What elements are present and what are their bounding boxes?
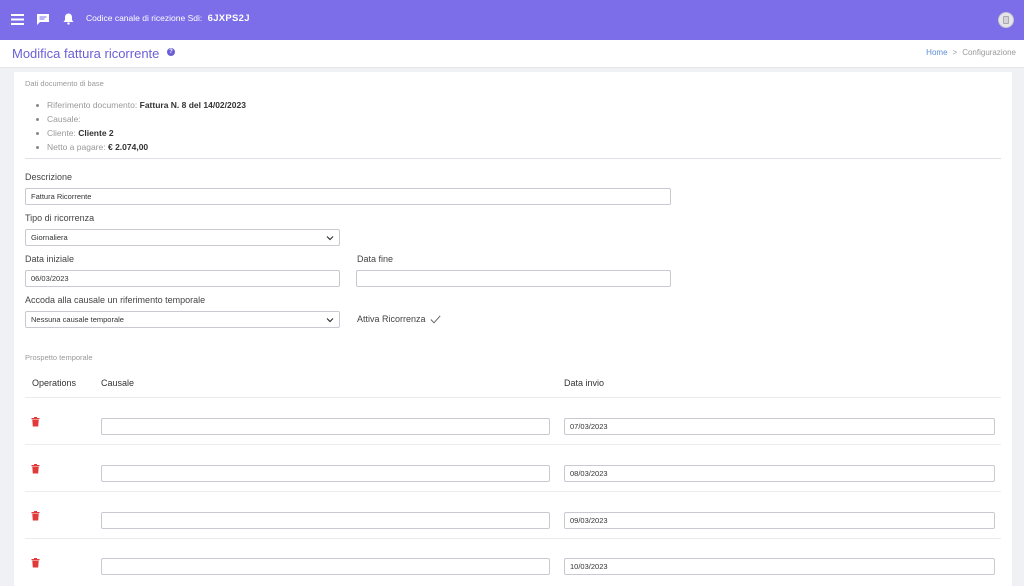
column-header-causale: Causale [101,378,135,388]
data-iniziale-label: Data iniziale [25,254,75,264]
breadcrumb-home-link[interactable]: Home [926,48,947,57]
page-title: Modifica fattura ricorrente [12,46,160,61]
trash-icon[interactable] [31,558,40,568]
checkmark-icon [429,314,441,324]
column-header-operations: Operations [32,378,77,388]
avatar-icon[interactable] [998,12,1014,28]
list-item: Causale: [33,112,246,126]
channel-label: Codice canale di ricezione Sdi: [86,13,203,23]
channel-code: 6JXPS2J [207,13,250,24]
chevron-down-icon [326,318,334,323]
breadcrumb: Home > Configurazione [926,48,1016,57]
data-invio-input[interactable] [564,418,995,435]
trash-icon[interactable] [31,417,40,427]
table-header-divider [25,397,1001,398]
causale-input[interactable] [101,465,550,482]
chat-icon[interactable] [36,12,50,26]
trash-icon[interactable] [31,464,40,474]
basic-data-section-title: Dati documento di base [25,79,104,88]
data-fine-input[interactable] [356,270,671,287]
basic-data-list: Riferimento documento: Fattura N. 8 del … [33,98,246,154]
causale-input[interactable] [101,418,550,435]
table-row-divider [25,491,1001,492]
accoda-value: Nessuna causale temporale [31,315,124,324]
causale-input[interactable] [101,512,550,529]
data-invio-input[interactable] [564,558,995,575]
data-invio-input[interactable] [564,465,995,482]
table-row-divider [25,538,1001,539]
channel-code-info: Codice canale di ricezione Sdi: 6JXPS2J [86,13,250,24]
list-item: Cliente: Cliente 2 [33,126,246,140]
tipo-ricorrenza-select[interactable]: Giornaliera [25,229,340,246]
list-item: Netto a pagare: € 2.074,00 [33,140,246,154]
causale-input[interactable] [101,558,550,575]
attiva-ricorrenza-label: Attiva Ricorrenza [357,314,426,324]
bell-icon[interactable] [61,12,75,26]
data-iniziale-input[interactable] [25,270,340,287]
section-divider [25,158,1001,159]
schedule-section-title: Prospetto temporale [25,353,93,362]
menu-icon[interactable] [10,12,24,26]
accoda-label: Accoda alla causale un riferimento tempo… [25,295,206,305]
tipo-ricorrenza-label: Tipo di ricorrenza [25,213,95,223]
table-row-divider [25,444,1001,445]
list-item: Riferimento documento: Fattura N. 8 del … [33,98,246,112]
trash-icon[interactable] [31,511,40,521]
descrizione-label: Descrizione [25,172,73,182]
data-fine-label: Data fine [357,254,394,264]
attiva-ricorrenza-checkbox[interactable]: Attiva Ricorrenza [357,314,441,324]
title-bar: Modifica fattura ricorrente Home > Confi… [0,40,1024,68]
tipo-ricorrenza-value: Giornaliera [31,233,68,242]
breadcrumb-current: Configurazione [962,48,1016,57]
descrizione-input[interactable] [25,188,671,205]
data-invio-input[interactable] [564,512,995,529]
chevron-down-icon [326,236,334,241]
breadcrumb-separator: > [952,48,958,57]
column-header-data-invio: Data invio [564,378,605,388]
help-icon[interactable]: ? [167,48,175,56]
accoda-select[interactable]: Nessuna causale temporale [25,311,340,328]
top-bar: Codice canale di ricezione Sdi: 6JXPS2J [0,0,1024,40]
